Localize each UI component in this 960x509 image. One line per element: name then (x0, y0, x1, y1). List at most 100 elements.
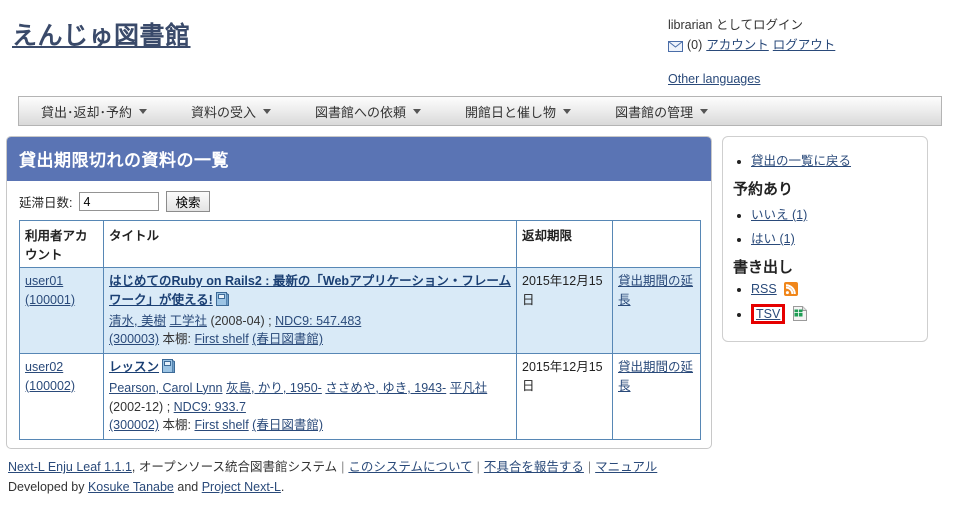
developed-by-label: Developed by (8, 480, 85, 494)
main-navigation: 貸出･返却･予約 資料の受入 図書館への依頼 開館日と催し物 図書館の管理 (18, 96, 942, 126)
footer-line-1: Next-L Enju Leaf 1.1.1, オープンソース統合図書館システム… (8, 457, 960, 477)
nav-item-circulation[interactable]: 貸出･返却･予約 (19, 97, 169, 125)
ndc-link[interactable]: NDC9: 547.483 (275, 314, 361, 328)
list-item: はい (1) (751, 228, 917, 247)
about-system-link[interactable]: このシステムについて (348, 460, 472, 474)
project-link[interactable]: Project Next-L (202, 480, 281, 494)
nav-item-acquisition[interactable]: 資料の受入 (169, 97, 293, 125)
list-item: RSS (751, 282, 917, 299)
library-link[interactable]: (春日図書館) (252, 418, 323, 432)
publisher-link[interactable]: 工学社 (169, 314, 207, 328)
user-session-box: librarian としてログイン (0) アカウント ログアウト Other … (668, 16, 835, 89)
list-item: いいえ (1) (751, 204, 917, 223)
item-location: (300003) 本棚: First shelf (春日図書館) (109, 330, 511, 349)
page-header: えんじゅ図書館 librarian としてログイン (0) アカウント ログアウ… (0, 0, 960, 96)
chevron-down-icon (563, 108, 572, 114)
author-link-2[interactable]: 灰島, かり, 1950- (226, 381, 322, 395)
list-item: TSV (751, 304, 917, 325)
sidebar: 貸出の一覧に戻る 予約あり いいえ (1) はい (1) 書き出し RSS (722, 136, 928, 343)
cell-action: 貸出期間の延長 (612, 267, 701, 354)
cell-account: user02 (100002) (19, 353, 104, 440)
overdue-days-input[interactable] (79, 192, 160, 211)
report-bug-link[interactable]: 不具合を報告する (484, 460, 584, 474)
main-panel: 貸出期限切れの資料の一覧 延滞日数: 検索 利用者アカウント タイトル 返却期限… (6, 136, 712, 449)
footer-separator: | (341, 460, 345, 474)
nav-label: 図書館への依頼 (315, 104, 407, 120)
envelope-icon (668, 40, 683, 52)
shelf-label: 本棚: (162, 332, 192, 347)
overdue-search-form: 延滞日数: 検索 (7, 181, 711, 220)
meta-separator: ; (166, 399, 171, 414)
content-area: 貸出期限切れの資料の一覧 延滞日数: 検索 利用者アカウント タイトル 返却期限… (0, 126, 960, 449)
author-link[interactable]: Pearson, Carol Lynn (109, 381, 223, 395)
sidebar-reserved-list: いいえ (1) はい (1) (733, 204, 917, 247)
spreadsheet-icon (792, 306, 807, 324)
footer-separator: | (587, 460, 592, 474)
shelf-link[interactable]: First shelf (195, 332, 249, 346)
account-user-link[interactable]: user02 (25, 358, 98, 377)
sidebar-export-list: RSS TSV (733, 282, 917, 325)
nav-label: 開館日と催し物 (465, 104, 557, 120)
author-link-3[interactable]: ささめや, ゆき, 1943- (325, 381, 446, 395)
publication-date: (2008-04) (210, 313, 265, 328)
book-icon (162, 359, 176, 379)
footer-period: . (280, 480, 285, 494)
publication-date: (2002-12) (109, 399, 164, 414)
meta-separator: ; (268, 313, 272, 328)
column-header-due-date: 返却期限 (516, 220, 613, 268)
rss-icon (784, 282, 799, 299)
footer-line-2: Developed by Kosuke Tanabe and Project N… (8, 477, 960, 497)
logout-link[interactable]: ログアウト (773, 36, 836, 55)
filter-reserved-yes-link[interactable]: はい (1) (751, 232, 795, 246)
table-row: user01 (100001) はじめてのRuby on Rails2 : 最新… (19, 267, 701, 354)
chevron-down-icon (700, 108, 709, 114)
highlight-box: TSV (751, 304, 786, 325)
cell-title: レッスン Pearson, Carol Lynn 灰島, かり, 1950- さ… (103, 353, 517, 440)
account-link[interactable]: アカウント (706, 36, 769, 55)
item-location: (300002) 本棚: First shelf (春日図書館) (109, 416, 511, 435)
cell-title: はじめてのRuby on Rails2 : 最新の「Webアプリケーション・フレ… (103, 267, 517, 354)
column-header-title: タイトル (103, 220, 517, 268)
developer-link[interactable]: Kosuke Tanabe (88, 480, 174, 494)
account-id-link[interactable]: (100001) (25, 291, 98, 310)
column-header-account: 利用者アカウント (19, 220, 104, 268)
site-title-link[interactable]: えんじゅ図書館 (12, 16, 191, 52)
filter-reserved-no-link[interactable]: いいえ (1) (751, 208, 807, 222)
nav-item-events[interactable]: 開館日と催し物 (443, 97, 593, 125)
item-metadata: Pearson, Carol Lynn 灰島, かり, 1950- ささめや, … (109, 379, 511, 417)
other-languages-link[interactable]: Other languages (668, 70, 835, 89)
manual-link[interactable]: マニュアル (595, 460, 657, 474)
page-footer: Next-L Enju Leaf 1.1.1, オープンソース統合図書館システム… (0, 449, 960, 497)
extend-loan-link[interactable]: 貸出期間の延長 (618, 360, 693, 393)
nav-item-requests[interactable]: 図書館への依頼 (293, 97, 443, 125)
search-button[interactable]: 検索 (166, 191, 210, 212)
author-link[interactable]: 清水, 美樹 (109, 314, 166, 328)
app-version-link[interactable]: Next-L Enju Leaf 1.1.1 (8, 460, 132, 474)
sidebar-heading-reserved: 予約あり (733, 181, 794, 198)
item-id-link[interactable]: (300002) (109, 418, 159, 432)
export-tsv-link[interactable]: TSV (756, 307, 780, 321)
sidebar-heading-export: 書き出し (733, 259, 794, 276)
footer-tagline: , オープンソース統合図書館システム (131, 460, 338, 474)
account-user-link[interactable]: user01 (25, 272, 98, 291)
manifestation-title-link[interactable]: はじめてのRuby on Rails2 : 最新の「Webアプリケーション・フレ… (109, 274, 511, 307)
cell-account: user01 (100001) (19, 267, 104, 354)
extend-loan-link[interactable]: 貸出期間の延長 (618, 274, 693, 307)
library-link[interactable]: (春日図書館) (252, 332, 323, 346)
back-to-checkouts-link[interactable]: 貸出の一覧に戻る (751, 154, 851, 168)
footer-separator: | (476, 460, 480, 474)
shelf-link[interactable]: First shelf (195, 418, 249, 432)
table-row: user02 (100002) レッスン Pearson, Carol Lynn… (19, 353, 701, 440)
item-id-link[interactable]: (300003) (109, 332, 159, 346)
overdue-items-table: 利用者アカウント タイトル 返却期限 user01 (100001) はじめての… (19, 220, 701, 440)
publisher-link[interactable]: 平凡社 (450, 381, 488, 395)
export-rss-link[interactable]: RSS (751, 282, 777, 296)
nav-item-administration[interactable]: 図書館の管理 (593, 97, 730, 125)
ndc-link[interactable]: NDC9: 933.7 (174, 400, 246, 414)
manifestation-title-link[interactable]: レッスン (109, 360, 159, 374)
item-metadata: 清水, 美樹 工学社 (2008-04) ; NDC9: 547.483 (109, 312, 511, 331)
nav-label: 貸出･返却･予約 (41, 104, 133, 120)
account-id-link[interactable]: (100002) (25, 377, 98, 396)
nav-label: 資料の受入 (191, 104, 257, 120)
message-count: (0) (687, 38, 703, 53)
